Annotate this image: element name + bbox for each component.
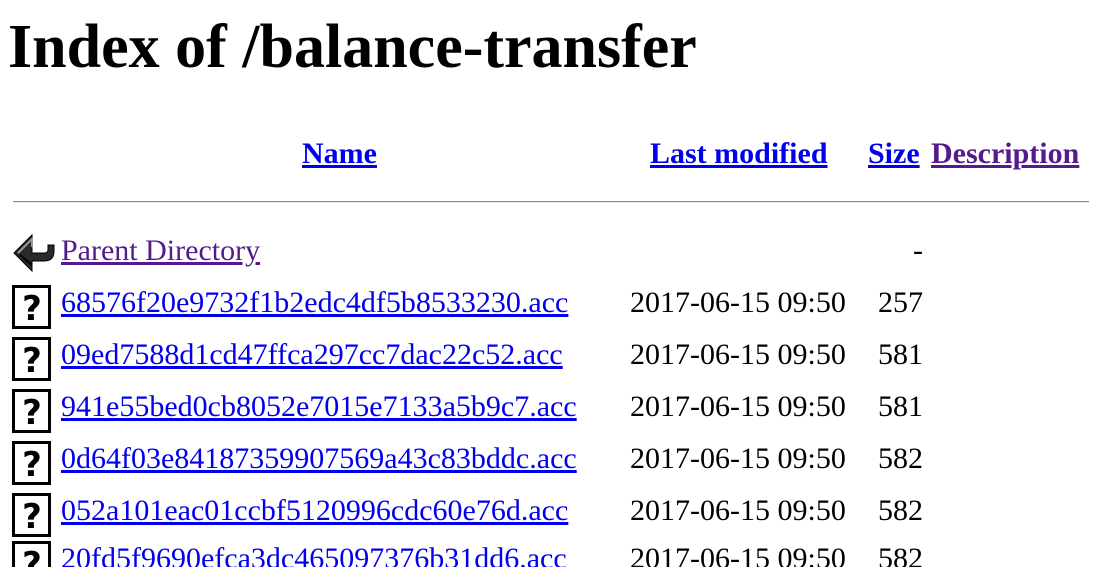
file-link[interactable]: 052a101eac01ccbf5120996cdc60e76d.acc bbox=[61, 493, 568, 529]
file-size: 582 bbox=[878, 442, 923, 475]
unknown-file-icon[interactable]: ? bbox=[12, 493, 52, 537]
file-row: ? 20fd5f9690efca3dc465097376b31dd6.acc 2… bbox=[0, 541, 1103, 567]
file-size: 581 bbox=[878, 390, 923, 423]
directory-listing-page: Index of /balance-transfer Name Last mod… bbox=[0, 0, 1103, 567]
unknown-file-icon[interactable]: ? bbox=[12, 285, 52, 329]
last-modified: 2017-06-15 09:50 bbox=[630, 338, 846, 371]
parent-directory-link[interactable]: Parent Directory bbox=[61, 233, 260, 269]
sort-by-name-link[interactable]: Name bbox=[302, 136, 377, 172]
last-modified: 2017-06-15 09:50 bbox=[630, 494, 846, 527]
file-size: 581 bbox=[878, 338, 923, 371]
last-modified: 2017-06-15 09:50 bbox=[630, 442, 846, 475]
last-modified: 2017-06-15 09:50 bbox=[630, 390, 846, 423]
header-divider bbox=[13, 201, 1089, 203]
file-row: ? 052a101eac01ccbf5120996cdc60e76d.acc 2… bbox=[0, 493, 1103, 545]
file-link[interactable]: 20fd5f9690efca3dc465097376b31dd6.acc bbox=[61, 541, 567, 567]
last-modified: 2017-06-15 09:50 bbox=[630, 542, 846, 567]
sort-by-last-modified-link[interactable]: Last modified bbox=[650, 136, 828, 172]
file-size: 582 bbox=[878, 494, 923, 527]
file-size: 257 bbox=[878, 286, 923, 319]
file-row: ? 941e55bed0cb8052e7015e7133a5b9c7.acc 2… bbox=[0, 389, 1103, 441]
page-title: Index of /balance-transfer bbox=[8, 13, 697, 81]
file-link[interactable]: 09ed7588d1cd47ffca297cc7dac22c52.acc bbox=[61, 337, 563, 373]
svg-text:?: ? bbox=[22, 497, 42, 537]
svg-text:?: ? bbox=[22, 445, 42, 485]
file-link[interactable]: 941e55bed0cb8052e7015e7133a5b9c7.acc bbox=[61, 389, 577, 425]
sort-by-size-link[interactable]: Size bbox=[868, 136, 920, 172]
svg-text:?: ? bbox=[22, 545, 42, 567]
file-size: - bbox=[913, 234, 923, 267]
sort-by-description-link[interactable]: Description bbox=[931, 136, 1079, 172]
file-link[interactable]: 0d64f03e84187359907569a43c83bddc.acc bbox=[61, 441, 577, 477]
unknown-file-icon[interactable]: ? bbox=[12, 389, 52, 433]
unknown-file-icon[interactable]: ? bbox=[12, 541, 52, 567]
file-row: ? 68576f20e9732f1b2edc4df5b8533230.acc 2… bbox=[0, 285, 1103, 337]
file-row: ? 0d64f03e84187359907569a43c83bddc.acc 2… bbox=[0, 441, 1103, 493]
file-size: 582 bbox=[878, 542, 923, 567]
unknown-file-icon[interactable]: ? bbox=[12, 337, 52, 381]
svg-text:?: ? bbox=[22, 341, 42, 381]
svg-text:?: ? bbox=[22, 393, 42, 433]
unknown-file-icon[interactable]: ? bbox=[12, 441, 52, 485]
file-link[interactable]: 68576f20e9732f1b2edc4df5b8533230.acc bbox=[61, 285, 568, 321]
last-modified: 2017-06-15 09:50 bbox=[630, 286, 846, 319]
back-arrow-icon[interactable] bbox=[12, 231, 55, 275]
svg-text:?: ? bbox=[22, 289, 42, 329]
parent-directory-row: Parent Directory - bbox=[0, 233, 1103, 285]
file-row: ? 09ed7588d1cd47ffca297cc7dac22c52.acc 2… bbox=[0, 337, 1103, 389]
